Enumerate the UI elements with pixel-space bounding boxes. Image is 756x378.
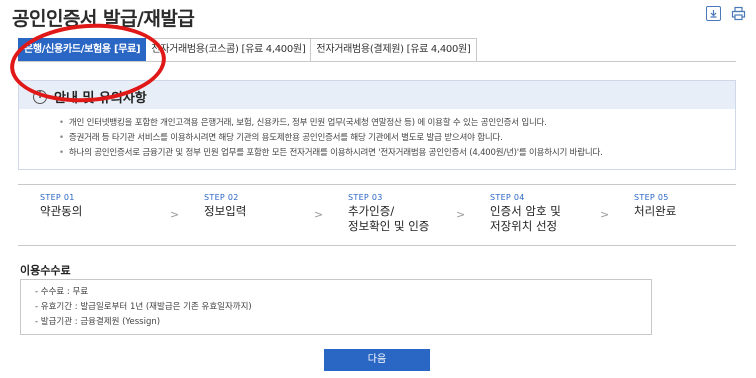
fee-item: - 유효기간 : 발급일로부터 1년 (재발급은 기존 유효일자까지)	[35, 302, 252, 312]
print-icon[interactable]	[731, 6, 746, 21]
tab-general-koscom[interactable]: 전자거래범용(코스콤) [유료 4,400원]	[146, 38, 312, 62]
step-4: STEP 04 인증서 암호 및 저장위치 선정	[490, 193, 561, 234]
step-name: 정보확인 및 인증	[348, 219, 430, 233]
step-name: 정보입력	[204, 204, 247, 218]
fee-item: - 발급기관 : 금융결제원 (Yessign)	[35, 317, 161, 327]
step-number: STEP 05	[634, 193, 669, 202]
tab-bank-card-insurance[interactable]: 은행/신용카드/보험용 [무료]	[18, 38, 147, 62]
step-arrow-icon: >	[600, 208, 610, 221]
notice-header: i 안내 및 유의사항	[19, 81, 735, 109]
fee-list: - 수수료 : 무료 - 유효기간 : 발급일로부터 1년 (재발급은 기존 유…	[35, 285, 252, 330]
step-name: 인증서 암호 및	[490, 204, 561, 218]
step-name: 약관동의	[40, 204, 83, 218]
info-icon: i	[33, 89, 47, 104]
download-icon[interactable]	[706, 6, 721, 21]
notice-item: 하나의 공인인증서로 금융기관 및 정부 민원 업무를 포함한 모든 전자거래를…	[59, 146, 603, 161]
step-3: STEP 03 추가인증/ 정보확인 및 인증	[348, 193, 429, 234]
step-1: STEP 01 약관동의	[40, 193, 82, 219]
step-number: STEP 02	[204, 193, 239, 202]
step-number: STEP 03	[348, 193, 383, 202]
notice-list: 개인 인터넷뱅킹을 포함한 개인고객용 은행거래, 보험, 신용카드, 정부 민…	[59, 116, 603, 161]
step-number: STEP 01	[40, 193, 75, 202]
notice-item: 증권거래 등 타기관 서비스를 이용하시려면 해당 기관의 용도제한용 공인인증…	[59, 131, 603, 146]
step-arrow-icon: >	[170, 208, 180, 221]
notice-title: i 안내 및 유의사항	[33, 87, 147, 106]
fee-item: - 수수료 : 무료	[35, 287, 89, 297]
step-name: 처리완료	[634, 204, 677, 218]
next-button[interactable]: 다음	[324, 349, 430, 371]
cert-type-tabs: 은행/신용카드/보험용 [무료] 전자거래범용(코스콤) [유료 4,400원]…	[18, 38, 477, 62]
step-progress: STEP 01 약관동의 > STEP 02 정보입력 > STEP 03 추가…	[18, 184, 736, 246]
step-name: 추가인증/	[348, 204, 395, 218]
notice-item: 개인 인터넷뱅킹을 포함한 개인고객용 은행거래, 보험, 신용카드, 정부 민…	[59, 116, 603, 131]
top-icons	[706, 6, 746, 21]
notice-box: i 안내 및 유의사항 개인 인터넷뱅킹을 포함한 개인고객용 은행거래, 보험…	[18, 80, 736, 170]
step-number: STEP 04	[490, 193, 525, 202]
tab-general-kftc[interactable]: 전자거래범용(결제원) [유료 4,400원]	[311, 38, 477, 62]
step-2: STEP 02 정보입력	[204, 193, 246, 219]
step-arrow-icon: >	[456, 208, 466, 221]
step-name: 저장위치 선정	[490, 219, 558, 233]
page-title: 공인인증서 발급/재발급	[12, 8, 195, 30]
notice-title-text: 안내 및 유의사항	[54, 91, 147, 106]
step-arrow-icon: >	[314, 208, 324, 221]
fee-section-title: 이용수수료	[20, 264, 71, 277]
tab-underline	[18, 61, 736, 62]
step-5: STEP 05 처리완료	[634, 193, 676, 219]
fee-box: - 수수료 : 무료 - 유효기간 : 발급일로부터 1년 (재발급은 기존 유…	[20, 279, 652, 335]
